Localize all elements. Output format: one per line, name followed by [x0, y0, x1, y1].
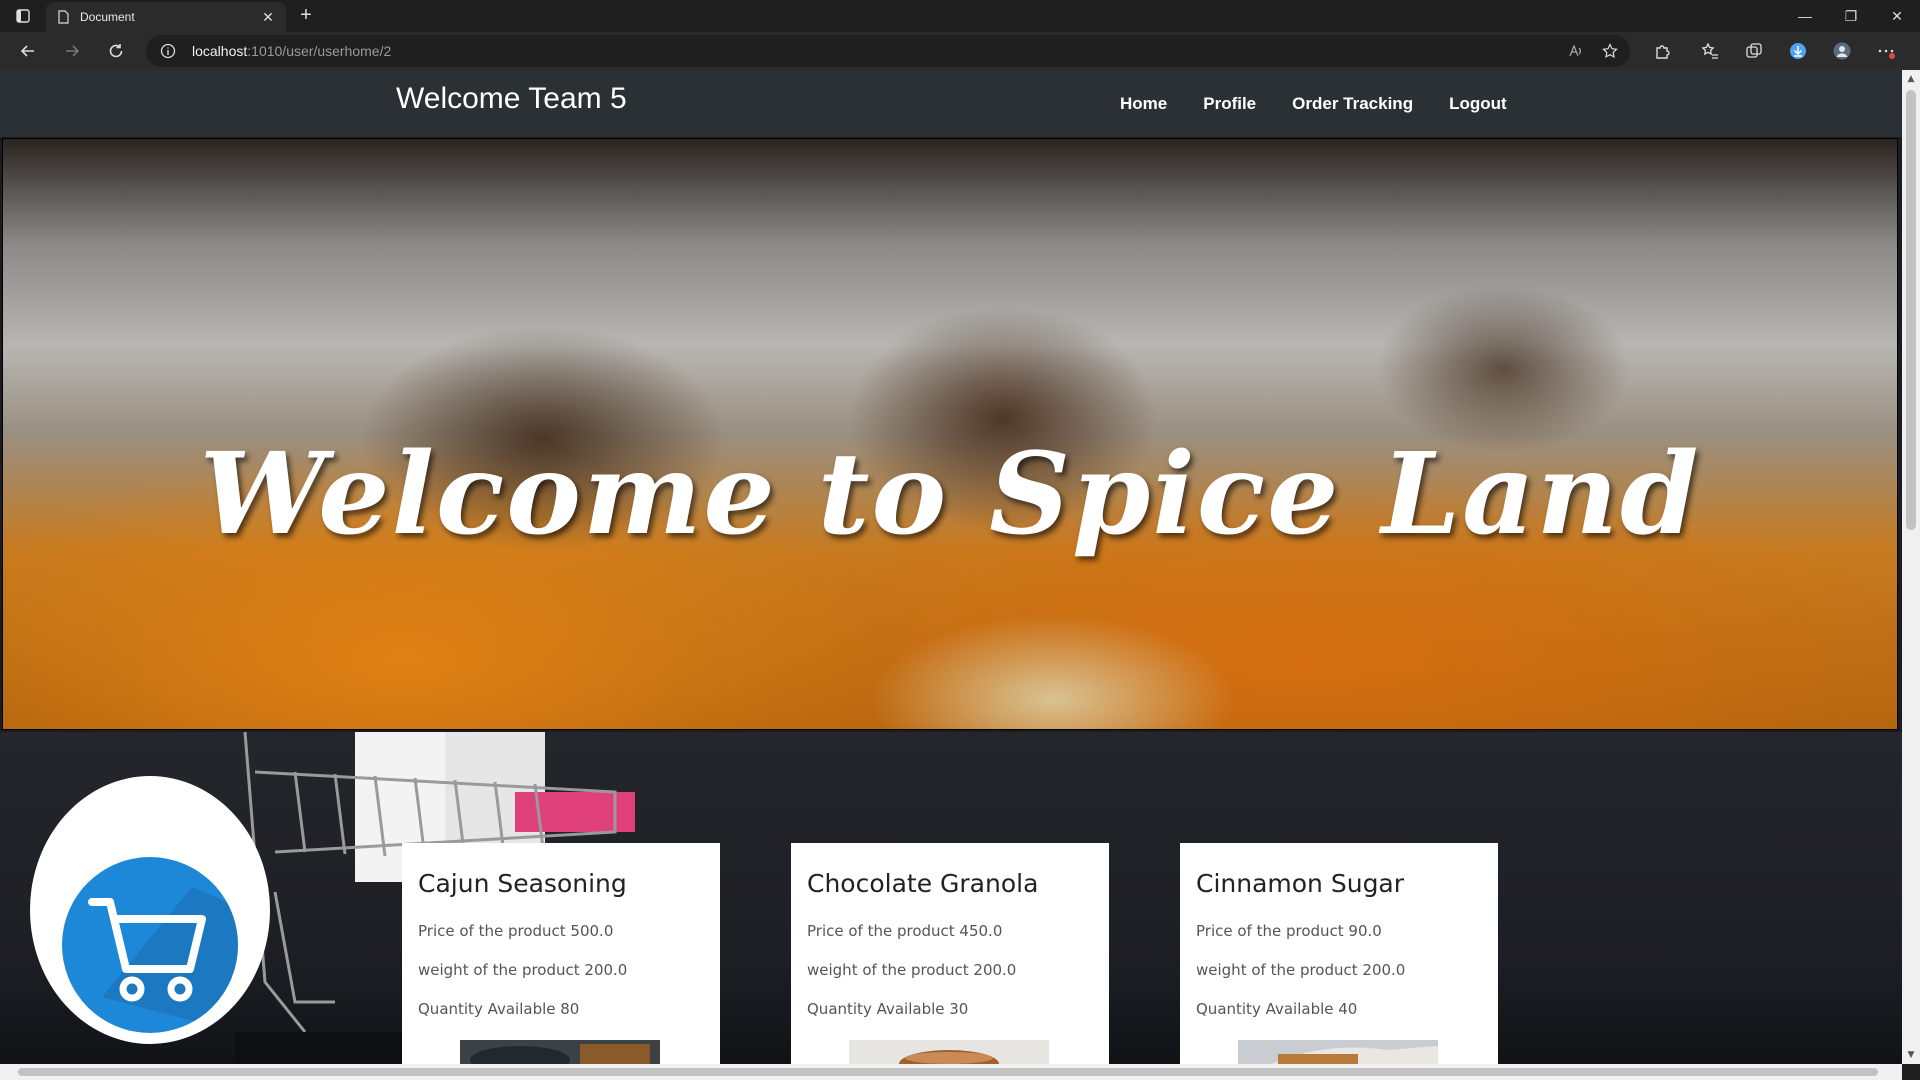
restore-button[interactable]: ❐: [1828, 0, 1874, 32]
nav-home-link[interactable]: Home: [1120, 94, 1167, 114]
scroll-up-arrow-icon[interactable]: ▲: [1906, 74, 1916, 84]
product-weight: weight of the product 200.0: [807, 961, 1017, 979]
browser-tabbar: Document ✕ + — ❐ ✕: [0, 0, 1920, 32]
product-weight: weight of the product 200.0: [418, 961, 628, 979]
download-icon: [1790, 43, 1806, 59]
favorite-add-icon[interactable]: [1598, 39, 1622, 63]
extensions-button[interactable]: [1648, 37, 1676, 65]
profile-button[interactable]: [1828, 37, 1856, 65]
collections-button[interactable]: [1740, 37, 1768, 65]
product-card[interactable]: Cajun Seasoning Price of the product 500…: [402, 843, 720, 1064]
site-info-icon[interactable]: [160, 43, 176, 59]
back-arrow-icon: [20, 45, 34, 57]
nav-order-tracking-link[interactable]: Order Tracking: [1292, 94, 1413, 114]
collections-icon: [1746, 43, 1762, 58]
product-price: Price of the product 90.0: [1196, 922, 1382, 940]
product-quantity: Quantity Available 80: [418, 1000, 580, 1018]
shopping-cart-icon[interactable]: [62, 857, 238, 1033]
hero-title: Welcome to Spice Land: [199, 429, 1701, 560]
product-price: Price of the product 450.0: [807, 922, 1003, 940]
product-quantity: Quantity Available 40: [1196, 1000, 1358, 1018]
forward-arrow-icon: [66, 45, 80, 57]
site-navbar: Welcome Team 5 Home Profile Order Tracki…: [0, 70, 1902, 137]
product-weight: weight of the product 200.0: [1196, 961, 1406, 979]
favorites-icon: [1701, 42, 1718, 59]
page-icon: [58, 10, 69, 24]
address-bar-actions: [1564, 39, 1622, 63]
nav-links: Home Profile Order Tracking Logout: [1120, 94, 1507, 114]
scroll-down-arrow-icon[interactable]: ▼: [1906, 1050, 1916, 1060]
puzzle-icon: [1656, 45, 1670, 59]
product-name: Cajun Seasoning: [418, 869, 627, 898]
product-name: Cinnamon Sugar: [1196, 869, 1405, 898]
tab-actions-icon[interactable]: [8, 4, 38, 28]
product-image[interactable]: [849, 1040, 1049, 1064]
product-image[interactable]: [1238, 1040, 1438, 1064]
read-aloud-icon[interactable]: [1564, 39, 1588, 63]
forward-button[interactable]: [58, 37, 86, 65]
horizontal-scrollbar[interactable]: [0, 1064, 1902, 1080]
nav-profile-link[interactable]: Profile: [1203, 94, 1256, 114]
product-price: Price of the product 500.0: [418, 922, 614, 940]
close-window-button[interactable]: ✕: [1874, 0, 1920, 32]
tab-title: Document: [80, 10, 135, 24]
more-dots-icon: [1878, 49, 1895, 59]
hero-banner: Welcome to Spice Land: [2, 138, 1898, 730]
page-viewport: Welcome Team 5 Home Profile Order Tracki…: [0, 70, 1902, 1064]
vertical-scrollbar[interactable]: ▲ ▼: [1902, 70, 1920, 1064]
url-host: localhost: [192, 43, 248, 59]
settings-menu-button[interactable]: [1872, 37, 1900, 65]
downloads-button[interactable]: [1784, 37, 1812, 65]
product-image[interactable]: [460, 1040, 660, 1064]
product-quantity: Quantity Available 30: [807, 1000, 969, 1018]
url-path: :1010/user/userhome/2: [247, 43, 392, 59]
address-bar[interactable]: localhost:1010/user/userhome/2: [146, 35, 1630, 67]
new-tab-button[interactable]: +: [294, 4, 318, 28]
product-card[interactable]: Chocolate Granola Price of the product 4…: [791, 843, 1109, 1064]
avatar: [1833, 42, 1851, 60]
reload-icon: [109, 44, 123, 58]
product-card[interactable]: Cinnamon Sugar Price of the product 90.0…: [1180, 843, 1498, 1064]
horizontal-scroll-thumb[interactable]: [18, 1068, 1878, 1076]
window-controls: — ❐ ✕: [1782, 0, 1920, 32]
nav-logout-link[interactable]: Logout: [1449, 94, 1507, 114]
browser-toolbar: localhost:1010/user/userhome/2: [0, 32, 1920, 70]
reload-button[interactable]: [102, 37, 130, 65]
browser-tab[interactable]: Document ✕: [46, 2, 286, 32]
brand-title: Welcome Team 5: [396, 82, 627, 115]
close-tab-icon[interactable]: ✕: [260, 9, 276, 25]
minimize-button[interactable]: —: [1782, 0, 1828, 32]
vertical-scroll-thumb[interactable]: [1906, 90, 1916, 530]
product-name: Chocolate Granola: [807, 869, 1039, 898]
favorites-button[interactable]: [1696, 37, 1724, 65]
back-button[interactable]: [14, 37, 42, 65]
